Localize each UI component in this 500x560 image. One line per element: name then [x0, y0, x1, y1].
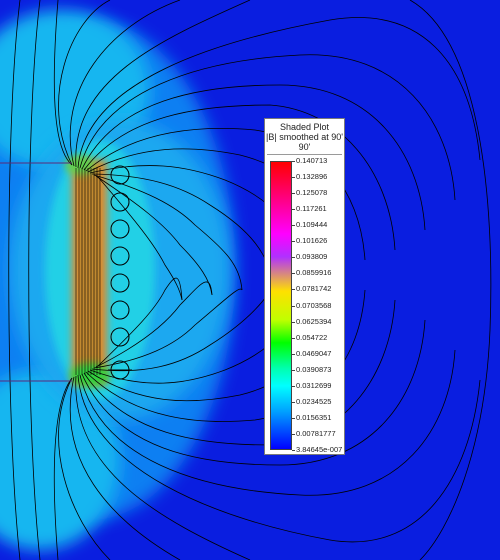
legend-tick-label: 0.125078	[291, 188, 328, 198]
legend-tick-label: 0.0859916	[291, 268, 332, 278]
legend-tick-label: 0.132896	[291, 172, 328, 182]
legend-tick-label: 0.0703568	[291, 300, 332, 310]
legend-title-line2: |B| smoothed at 90'	[266, 132, 343, 142]
legend-tick-label: 0.0469047	[291, 348, 332, 358]
legend-tick-label: 0.054722	[291, 332, 328, 342]
legend-tick-label: 0.117261	[292, 204, 327, 214]
legend-title-line3: 90'	[298, 142, 311, 152]
legend-divider	[267, 154, 342, 155]
legend-title: Shaded Plot |B| smoothed at 90' 90'	[265, 122, 344, 152]
legend-tick-label: 0.101626	[291, 236, 328, 246]
legend-color-bar	[270, 161, 292, 450]
legend-tick-label: 0.109444	[291, 220, 328, 230]
legend-title-line1: Shaded Plot	[279, 122, 330, 132]
shaded-plot-legend: Shaded Plot |B| smoothed at 90' 90' 0.14…	[264, 118, 345, 455]
legend-tick-label: 0.0781742	[291, 284, 332, 294]
legend-tick-label: 0.140713	[291, 156, 328, 165]
legend-tick-label: 0.0390873	[291, 364, 332, 374]
legend-tick-label: 0.0312699	[291, 380, 332, 390]
legend-tick-label: 0.0625394	[291, 316, 332, 326]
legend-tick-label: 0.0156351	[291, 412, 332, 422]
legend-tick-label: 3.84645e-007	[291, 445, 343, 454]
legend-tick-label: 0.0234525	[291, 396, 332, 406]
legend-tick-labels: 0.140713 0.132896 0.125078 0.117261 0.109444…	[291, 157, 344, 454]
legend-tick-label: 0.00781777	[292, 428, 336, 438]
legend-tick-label: 0.093809	[291, 252, 328, 262]
field-plot	[0, 0, 500, 560]
